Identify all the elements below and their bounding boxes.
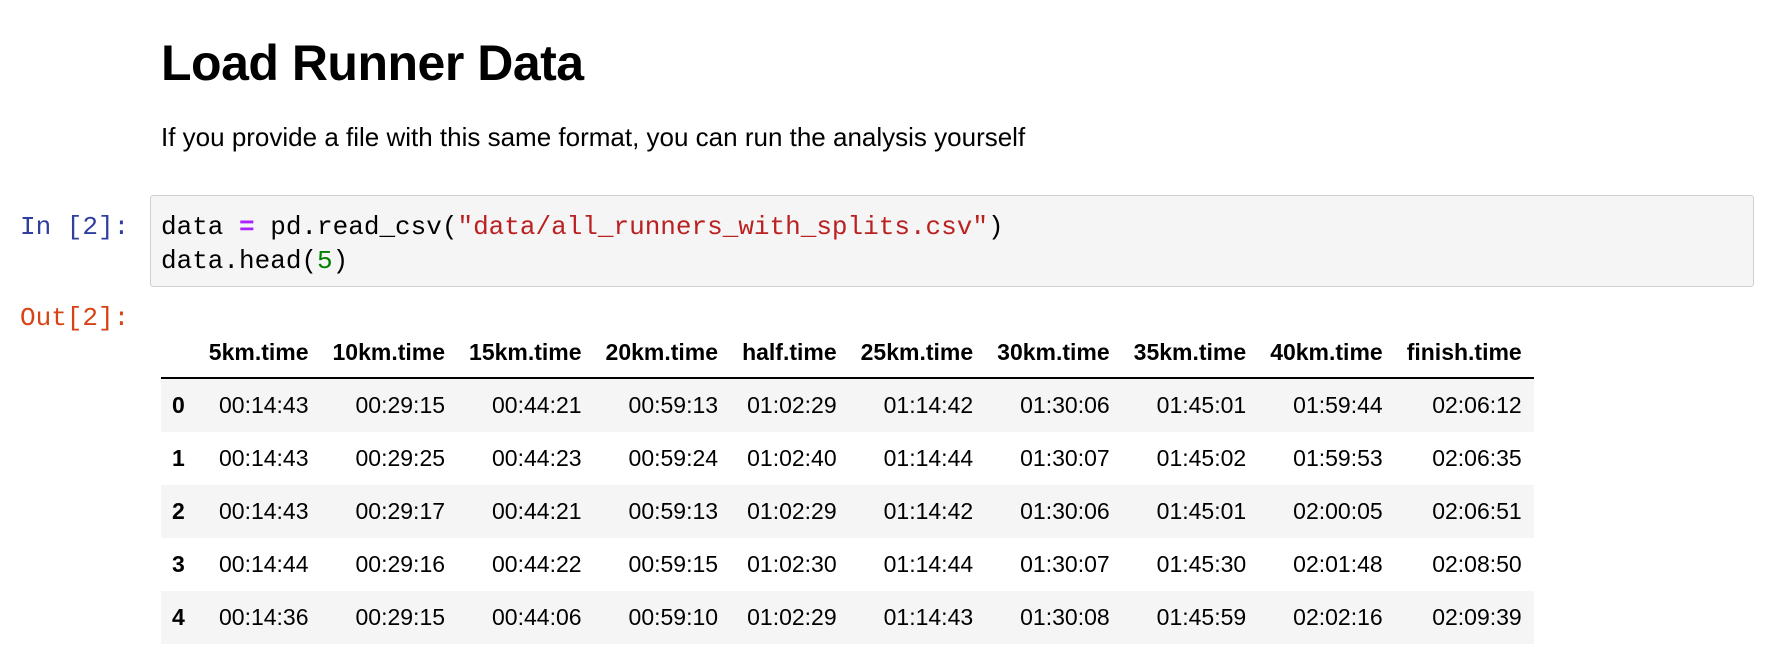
table-row: 4 00:14:36 00:29:15 00:44:06 00:59:10 01:02:2… (161, 591, 1534, 644)
table-body: 0 00:14:43 00:29:15 00:44:21 00:59:13 01:02:2… (161, 378, 1534, 644)
table-cell: 00:29:15 (355, 604, 446, 630)
table-cell: 01:02:40 (747, 445, 837, 471)
table-cell: 01:02:29 (747, 392, 837, 418)
table-row: 3 00:14:44 00:29:16 00:44:22 00:59:15 01:02:3… (161, 538, 1534, 591)
table-cell: 01:45:30 (1156, 551, 1247, 577)
row-index: 4 (172, 604, 185, 630)
table-cell: 02:06:12 (1432, 392, 1522, 418)
table-cell: 00:14:43 (218, 445, 309, 471)
table-cell: 00:29:16 (355, 551, 446, 577)
table-cell: 01:30:08 (1020, 604, 1110, 630)
input-prompt: In [2]: (20, 212, 130, 242)
table-cell: 00:14:43 (218, 392, 309, 418)
dataframe-table: 5km.time 10km.time 15km.time 20km.time half.… (161, 327, 1534, 644)
table-cell: 01:30:06 (1020, 498, 1110, 524)
table-cell: 02:08:50 (1432, 551, 1522, 577)
table-cell: 00:44:21 (492, 392, 582, 418)
code-cell-editor[interactable]: data = pd.read_csv("data/all_runners_wit… (150, 195, 1754, 287)
table-row: 2 00:14:43 00:29:17 00:44:21 00:59:13 01:02:2… (161, 485, 1534, 538)
table-cell: 01:45:01 (1156, 392, 1247, 418)
code-variable: data (161, 212, 240, 242)
table-cell: 00:44:06 (492, 604, 582, 630)
dataframe-output: 5km.time 10km.time 15km.time 20km.time half.… (161, 327, 1534, 644)
table-cell: 02:06:35 (1432, 445, 1522, 471)
table-cell: 01:14:43 (883, 604, 974, 630)
table-cell: 01:02:29 (747, 498, 837, 524)
code-line-2: data.head(5) (161, 244, 1753, 278)
table-cell: 02:02:16 (1293, 604, 1383, 630)
column-header: 15km.time (457, 327, 594, 379)
column-header: 35km.time (1121, 327, 1259, 379)
table-cell: 00:59:24 (628, 445, 719, 471)
table-cell: 02:01:48 (1293, 551, 1383, 577)
code-string: "data/all_runners_with_splits.csv" (457, 212, 988, 242)
table-cell: 01:30:07 (1020, 551, 1110, 577)
table-cell: 00:14:43 (218, 498, 309, 524)
code-paren: ) (332, 246, 349, 276)
row-index: 3 (172, 551, 185, 577)
table-cell: 01:14:42 (883, 498, 974, 524)
table-cell: 00:14:36 (218, 604, 309, 630)
table-cell: 01:45:02 (1156, 445, 1247, 471)
code-number: 5 (317, 246, 333, 276)
table-row: 1 00:14:43 00:29:25 00:44:23 00:59:24 01:02:4… (161, 432, 1534, 485)
table-cell: 01:59:44 (1293, 392, 1383, 418)
table-row: 0 00:14:43 00:29:15 00:44:21 00:59:13 01:02:2… (161, 378, 1534, 432)
markdown-heading: Load Runner Data (161, 35, 584, 91)
table-cell: 00:59:13 (628, 498, 719, 524)
table-cell: 01:30:06 (1020, 392, 1110, 418)
table-cell: 01:02:30 (747, 551, 837, 577)
code-operator: = (239, 212, 255, 242)
table-cell: 01:02:29 (747, 604, 837, 630)
output-prompt: Out[2]: (20, 303, 130, 333)
table-cell: 00:59:13 (628, 392, 719, 418)
column-header: 30km.time (985, 327, 1122, 379)
code-call: pd.read_csv( (254, 212, 458, 242)
index-header (161, 327, 197, 379)
column-header: 40km.time (1258, 327, 1395, 379)
table-cell: 01:30:07 (1020, 445, 1110, 471)
code-call: data.head( (161, 246, 318, 276)
column-header: 5km.time (196, 327, 321, 379)
table-cell: 00:44:23 (492, 445, 582, 471)
table-cell: 01:45:01 (1156, 498, 1247, 524)
table-cell: 01:14:44 (883, 551, 974, 577)
table-cell: 02:09:39 (1432, 604, 1522, 630)
row-index: 1 (172, 445, 185, 471)
row-index: 0 (172, 392, 185, 418)
table-cell: 00:44:22 (492, 551, 582, 577)
column-header: half.time (730, 327, 849, 379)
column-header: 10km.time (320, 327, 458, 379)
table-cell: 00:29:25 (355, 445, 446, 471)
table-cell: 00:59:15 (628, 551, 719, 577)
table-cell: 00:59:10 (628, 604, 719, 630)
table-cell: 02:00:05 (1293, 498, 1383, 524)
table-cell: 00:44:21 (492, 498, 582, 524)
table-cell: 00:29:17 (355, 498, 446, 524)
column-header: 25km.time (848, 327, 986, 379)
markdown-paragraph: If you provide a file with this same for… (161, 122, 1026, 152)
row-index: 2 (172, 498, 185, 524)
table-cell: 00:14:44 (218, 551, 309, 577)
column-header: finish.time (1394, 327, 1534, 379)
table-cell: 01:59:53 (1293, 445, 1383, 471)
code-line-1: data = pd.read_csv("data/all_runners_wit… (161, 210, 1753, 244)
table-cell: 01:14:44 (883, 445, 974, 471)
table-cell: 02:06:51 (1432, 498, 1522, 524)
table-header-row: 5km.time 10km.time 15km.time 20km.time half.… (161, 327, 1534, 379)
code-paren: ) (987, 212, 1004, 242)
table-cell: 01:45:59 (1156, 604, 1247, 630)
table-cell: 01:14:42 (883, 392, 974, 418)
table-cell: 00:29:15 (355, 392, 446, 418)
column-header: 20km.time (593, 327, 731, 379)
